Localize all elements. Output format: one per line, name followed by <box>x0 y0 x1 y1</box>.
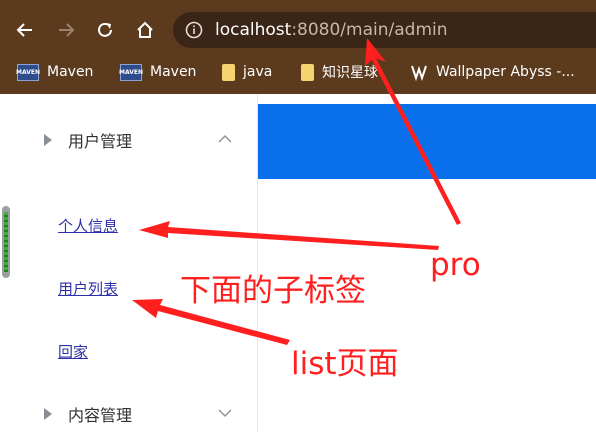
bookmark-label: Maven <box>47 64 94 80</box>
bookmark-folder-zhishixingqiu[interactable]: 知识星球 <box>301 62 378 82</box>
wallpaper-abyss-icon <box>411 65 427 81</box>
submenu-go-home[interactable]: 回家 <box>58 341 88 362</box>
browser-toolbar: localhost:8080/main/admin MAVEN Maven MA… <box>0 0 596 94</box>
address-bar[interactable]: localhost:8080/main/admin <box>173 12 596 48</box>
reload-icon <box>98 22 112 37</box>
back-arrow-icon <box>16 23 32 37</box>
bookmark-wallpaper-abyss[interactable]: Wallpaper Abyss -... <box>410 62 575 82</box>
forward-button[interactable] <box>52 16 80 44</box>
main-header <box>258 104 596 179</box>
bookmark-maven-2[interactable]: MAVEN Maven <box>119 62 197 82</box>
annotation-list-page: list页面 <box>291 346 399 382</box>
submenu-user-list[interactable]: 用户列表 <box>58 278 118 299</box>
url-text: localhost:8080/main/admin <box>215 20 448 40</box>
bookmark-folder-java[interactable]: java <box>222 62 272 82</box>
bookmark-label: Maven <box>150 64 197 80</box>
folder-icon <box>301 63 314 81</box>
chevron-down-icon[interactable] <box>218 408 232 418</box>
scrollbar-thumb[interactable] <box>2 206 10 278</box>
bookmarks-bar: MAVEN Maven MAVEN Maven java 知识星球 Wallpa… <box>0 54 596 90</box>
bookmark-maven-1[interactable]: MAVEN Maven <box>16 62 94 82</box>
bookmark-label: Wallpaper Abyss -... <box>436 64 575 80</box>
expand-triangle-icon <box>44 134 52 146</box>
home-icon <box>137 21 153 38</box>
maven-icon: MAVEN <box>16 63 40 81</box>
annotation-sub-tags: 下面的子标签 <box>180 273 366 309</box>
back-button[interactable] <box>11 16 39 44</box>
forward-arrow-icon <box>59 23 75 37</box>
menu-user-management-label: 用户管理 <box>68 132 133 151</box>
bookmark-label: 知识星球 <box>322 65 378 81</box>
menu-content-management[interactable]: 内容管理 <box>44 402 132 426</box>
home-button[interactable] <box>131 16 159 44</box>
menu-user-management[interactable]: 用户管理 <box>44 128 132 152</box>
site-info-icon[interactable] <box>185 21 203 39</box>
chevron-up-icon[interactable] <box>218 134 232 144</box>
url-host: localhost <box>215 20 292 40</box>
submenu-personal-info[interactable]: 个人信息 <box>58 215 118 236</box>
maven-icon: MAVEN <box>119 63 143 81</box>
expand-triangle-icon <box>44 408 52 420</box>
bookmark-label: java <box>243 64 273 80</box>
folder-icon <box>222 63 235 81</box>
reload-button[interactable] <box>91 16 119 44</box>
annotation-pro: pro <box>430 247 481 283</box>
url-path: :8080/main/admin <box>291 20 448 40</box>
menu-content-management-label: 内容管理 <box>68 406 133 425</box>
